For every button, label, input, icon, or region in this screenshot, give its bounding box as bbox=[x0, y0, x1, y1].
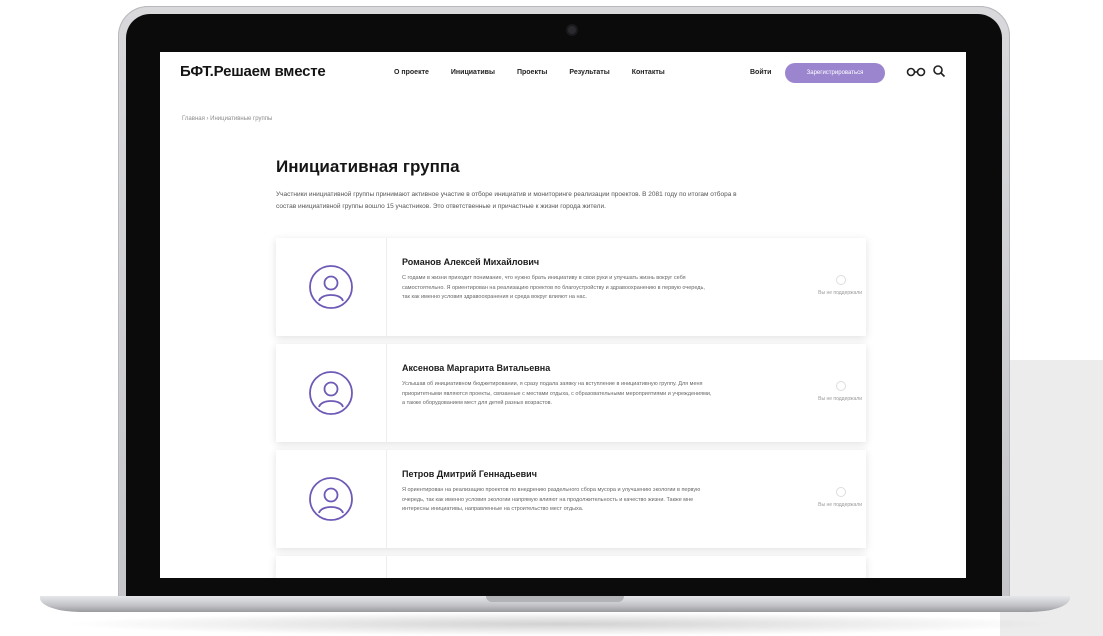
avatar bbox=[276, 556, 387, 578]
intro-text: Участники инициативной группы принимают … bbox=[276, 191, 737, 210]
camera-icon bbox=[568, 26, 576, 34]
nav-about[interactable]: О проекте bbox=[394, 69, 429, 76]
laptop-lid: БФТ.Решаем вместе О проекте Инициативы П… bbox=[118, 6, 1010, 602]
support-heart-icon[interactable] bbox=[836, 487, 846, 497]
avatar bbox=[276, 344, 387, 442]
support-heart-icon[interactable] bbox=[836, 275, 846, 285]
member-name: Петров Дмитрий Геннадьевич bbox=[402, 469, 537, 479]
support-label: Вы не поддержали bbox=[818, 396, 862, 402]
user-avatar-icon bbox=[309, 265, 353, 309]
glasses-icon[interactable] bbox=[906, 64, 926, 80]
website-screen: БФТ.Решаем вместе О проекте Инициативы П… bbox=[160, 52, 966, 578]
nav-projects[interactable]: Проекты bbox=[517, 69, 547, 76]
member-quote: Услышав об инициативном бюджетировании, … bbox=[402, 381, 712, 406]
user-avatar-icon bbox=[309, 477, 353, 521]
member-card: Романов Алексей Михайлович С годами в жи… bbox=[276, 238, 866, 336]
user-avatar-icon bbox=[309, 371, 353, 415]
member-card: Петров Дмитрий Геннадьевич Я ориентирова… bbox=[276, 450, 866, 548]
member-card: Аксенова Маргарита Витальевна Услышав об… bbox=[276, 344, 866, 442]
laptop-shadow bbox=[60, 612, 1060, 636]
support-label: Вы не поддержали bbox=[818, 502, 862, 508]
page-title: Инициативная группа bbox=[276, 157, 460, 176]
laptop-notch bbox=[486, 596, 624, 602]
laptop-bezel: БФТ.Решаем вместе О проекте Инициативы П… bbox=[126, 14, 1002, 602]
main-nav: О проекте Инициативы Проекты Результаты … bbox=[394, 69, 687, 76]
member-name: Романов Алексей Михайлович bbox=[402, 257, 540, 267]
avatar bbox=[276, 450, 387, 548]
nav-results[interactable]: Результаты bbox=[569, 69, 609, 76]
avatar bbox=[276, 238, 387, 336]
breadcrumb[interactable]: Главная › Инициативные группы bbox=[182, 116, 272, 122]
member-quote: С годами в жизни приходит понимание, что… bbox=[402, 275, 705, 300]
nav-initiatives[interactable]: Инициативы bbox=[451, 69, 495, 76]
login-link[interactable]: Войти bbox=[750, 69, 771, 76]
support-label: Вы не поддержали bbox=[818, 290, 862, 296]
search-icon[interactable] bbox=[932, 64, 946, 78]
register-button[interactable]: Зарегистрироваться bbox=[785, 63, 885, 83]
member-name: Аксенова Маргарита Витальевна bbox=[402, 363, 551, 373]
member-quote: Я ориентирован на реализацию проектов по… bbox=[402, 487, 701, 512]
support-heart-icon[interactable] bbox=[836, 381, 846, 391]
laptop-base bbox=[40, 596, 1070, 612]
nav-contacts[interactable]: Контакты bbox=[632, 69, 665, 76]
background-panel bbox=[1000, 360, 1103, 636]
site-logo[interactable]: БФТ.Решаем вместе bbox=[180, 63, 326, 80]
member-card bbox=[276, 556, 866, 578]
site-header: БФТ.Решаем вместе О проекте Инициативы П… bbox=[160, 52, 966, 96]
